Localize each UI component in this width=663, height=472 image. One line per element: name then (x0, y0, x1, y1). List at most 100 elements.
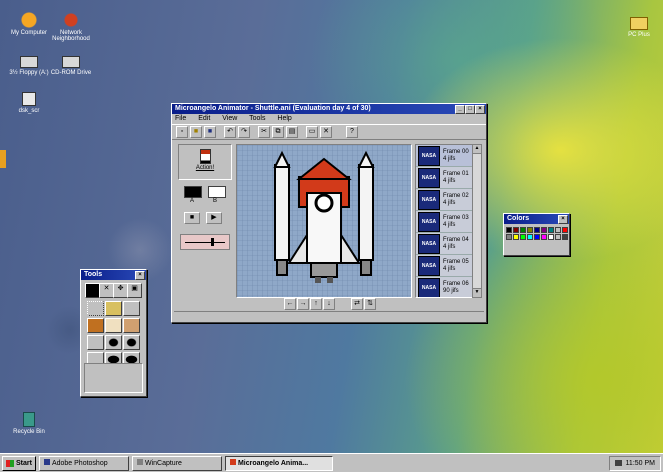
frame-item[interactable]: NASA Frame 03 4 jifs (416, 211, 472, 233)
start-button[interactable]: Start (2, 455, 36, 471)
color-swatch[interactable] (555, 234, 561, 240)
selection-tool-icon[interactable] (87, 301, 104, 316)
pixel-editor-canvas[interactable] (236, 144, 412, 298)
nudge-down-button[interactable]: ↓ (323, 298, 335, 310)
stop-button[interactable]: ■ (184, 212, 200, 224)
color-swatch[interactable] (520, 227, 526, 233)
filled-rectangle-icon[interactable] (105, 335, 122, 350)
help-pointer-icon[interactable]: ? (346, 126, 358, 138)
filled-shape-icon[interactable] (123, 335, 140, 350)
maximize-button[interactable]: □ (465, 105, 475, 114)
taskbar-button-label: Microangelo Anima... (237, 459, 309, 467)
minimize-button[interactable]: _ (455, 105, 465, 114)
color-swatch[interactable] (548, 234, 554, 240)
desktop-icon-recycle-bin[interactable]: Recycle Bin (2, 412, 56, 435)
taskbar-button-label: Adobe Photoshop (51, 459, 108, 467)
pencil-tool-icon[interactable] (105, 301, 122, 316)
nudge-right-button[interactable]: → (297, 298, 309, 310)
tools-close-button[interactable]: × (135, 271, 145, 280)
nudge-up-button[interactable]: ↑ (310, 298, 322, 310)
frame-name: Frame 01 (443, 170, 469, 177)
fill-tool-icon[interactable] (123, 318, 140, 333)
color-swatch[interactable] (562, 227, 568, 233)
taskbar-button-microangelo[interactable]: Microangelo Anima... (224, 455, 333, 471)
color-swatch[interactable] (534, 227, 540, 233)
desktop-icon-label: Network Neighborhood (52, 30, 90, 42)
color-swatch[interactable] (527, 234, 533, 240)
animator-titlebar[interactable]: Microangelo Animator - Shuttle.ani (Eval… (172, 104, 486, 114)
colors-close-button[interactable]: × (558, 215, 568, 224)
volume-icon[interactable] (614, 460, 622, 466)
color-swatch[interactable] (506, 234, 512, 240)
delete-frame-icon[interactable]: ✕ (320, 126, 332, 138)
menu-edit[interactable]: Edit (198, 115, 210, 122)
brush-tool-icon[interactable] (87, 318, 104, 333)
line-tool-icon[interactable] (123, 301, 140, 316)
redo-icon[interactable]: ↷ (238, 126, 250, 138)
new-file-icon[interactable]: ▫ (176, 126, 188, 138)
color-swatch[interactable] (520, 234, 526, 240)
paste-icon[interactable]: ▤ (286, 126, 298, 138)
frame-item[interactable]: NASA Frame 04 4 jifs (416, 233, 472, 255)
color-b-swatch[interactable] (208, 186, 226, 198)
play-button[interactable]: ▶ (206, 212, 222, 224)
colors-titlebar[interactable]: Colors × (504, 214, 569, 224)
slider-thumb[interactable] (211, 238, 214, 246)
scroll-up-icon[interactable]: ▲ (473, 145, 481, 154)
eraser-tool-icon[interactable] (105, 318, 122, 333)
swap-colors-icon[interactable]: ✕ (99, 283, 114, 298)
scroll-down-icon[interactable]: ▼ (473, 288, 481, 297)
frame-item[interactable]: NASA Frame 06 90 jifs (416, 277, 472, 297)
menu-help[interactable]: Help (277, 115, 291, 122)
color-a-swatch[interactable] (184, 186, 202, 198)
save-icon[interactable]: ■ (204, 126, 216, 138)
cut-icon[interactable]: ✂ (258, 126, 270, 138)
color-swatch[interactable] (506, 227, 512, 233)
photoshop-icon (43, 458, 50, 465)
desktop-edge-tab (0, 150, 6, 168)
color-swatch[interactable] (534, 234, 540, 240)
color-swatch[interactable] (562, 234, 568, 240)
speed-slider[interactable] (180, 234, 230, 250)
rectangle-outline-icon[interactable] (87, 335, 104, 350)
frame-item[interactable]: NASA Frame 05 4 jifs (416, 255, 472, 277)
tools-titlebar[interactable]: Tools × (81, 270, 146, 280)
color-swatch[interactable] (548, 227, 554, 233)
color-swatch[interactable] (555, 227, 561, 233)
drawing-tools (81, 301, 146, 367)
colors-title: Colors (507, 215, 530, 222)
frame-item[interactable]: NASA Frame 02 4 jifs (416, 189, 472, 211)
frame-duration: 4 jifs (443, 177, 456, 184)
nasa-logo-icon: NASA (418, 145, 440, 166)
frame-name: Frame 03 (443, 214, 469, 221)
frame-item[interactable]: NASA Frame 01 4 jifs (416, 167, 472, 189)
taskbar-button-wincapture[interactable]: WinCapture (131, 455, 222, 471)
clock[interactable]: 11:50 PM (626, 457, 655, 470)
frames-scrollbar[interactable]: ▲ ▼ (472, 144, 482, 298)
menu-tools[interactable]: Tools (249, 115, 265, 122)
current-color-icon[interactable] (85, 283, 100, 298)
taskbar-button-photoshop[interactable]: Adobe Photoshop (38, 455, 129, 471)
frame-item[interactable]: NASA Frame 00 4 jifs (416, 145, 472, 167)
color-swatch[interactable] (513, 227, 519, 233)
desktop-icon-network-neighborhood[interactable]: Network Neighborhood (44, 12, 98, 42)
color-swatch[interactable] (527, 227, 533, 233)
insert-frame-icon[interactable]: ▭ (306, 126, 318, 138)
color-swatch[interactable] (541, 227, 547, 233)
flip-horizontal-icon[interactable]: ⇄ (351, 298, 363, 310)
menu-view[interactable]: View (222, 115, 237, 122)
desktop-icon-cdrom[interactable]: CD-ROM Drive (44, 52, 98, 76)
copy-icon[interactable]: ⧉ (272, 126, 284, 138)
menu-file[interactable]: File (175, 115, 186, 122)
flip-icon[interactable]: ✥ (113, 283, 128, 298)
desktop-icon-dsk-scr[interactable]: dsk_scr (2, 92, 56, 114)
nudge-left-button[interactable]: ← (284, 298, 296, 310)
undo-icon[interactable]: ↶ (224, 126, 236, 138)
color-swatch[interactable] (513, 234, 519, 240)
desktop-icon-pc-plus[interactable]: PC Plus (612, 14, 663, 38)
arrange-icon[interactable]: ▣ (127, 283, 142, 298)
flip-vertical-icon[interactable]: ⇅ (364, 298, 376, 310)
open-folder-icon[interactable]: ■ (190, 126, 202, 138)
color-swatch[interactable] (541, 234, 547, 240)
close-button[interactable]: × (475, 105, 485, 114)
